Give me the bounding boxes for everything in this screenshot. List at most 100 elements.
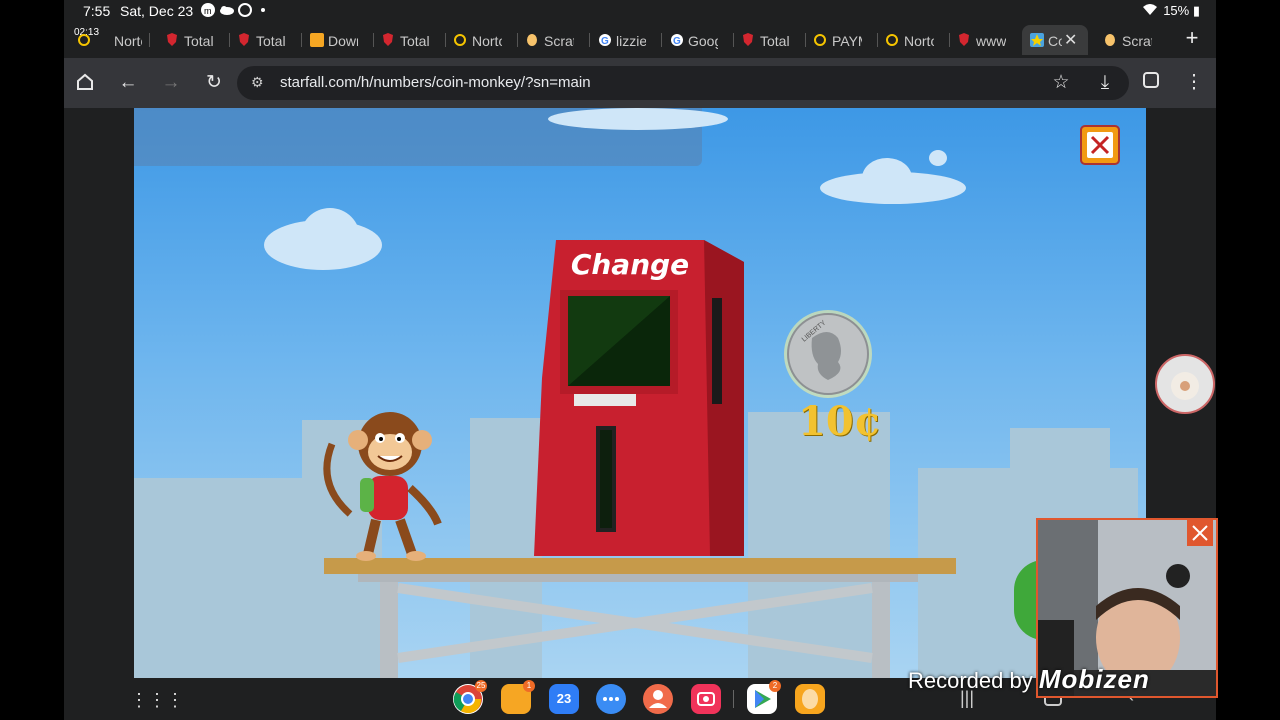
tab-switcher-icon[interactable]	[1140, 72, 1162, 94]
dock-divider	[733, 690, 734, 708]
new-tab-button[interactable]: +	[1180, 25, 1204, 51]
tab-label: Goog	[688, 33, 718, 49]
coin-monkey-game[interactable]: Change LIBERTY 10¢	[134, 108, 1146, 678]
scratch-icon	[526, 33, 538, 47]
tab-active-starfall[interactable]: Co ✕	[1022, 25, 1088, 55]
status-bar: 7:55 Sat, Dec 23 m 15% ▮	[64, 0, 1216, 22]
download-icon[interactable]: ⤓	[1094, 72, 1116, 94]
forward-arrow-icon[interactable]: →	[160, 72, 182, 94]
tab-label: lizzie	[616, 33, 646, 49]
tab-label: Total	[400, 33, 430, 49]
tab-label: Total	[760, 33, 790, 49]
home-icon[interactable]	[74, 72, 96, 94]
tab-12[interactable]: Norto	[878, 25, 950, 55]
close-game-button[interactable]	[1080, 125, 1120, 165]
tab-label: Scrat	[1122, 33, 1152, 49]
tab-strip: 02:13 Norto Total Total Down Total Norto…	[64, 22, 1216, 58]
table	[324, 558, 956, 678]
shield-icon	[166, 33, 178, 47]
tab-11[interactable]: PAYM	[806, 25, 878, 55]
chrome-app-icon[interactable]: 25	[453, 680, 487, 714]
notification-badge: 25	[475, 680, 487, 692]
notification-badge: 2	[769, 680, 781, 692]
tab-label: Total	[184, 33, 214, 49]
url-text[interactable]: starfall.com/h/numbers/coin-monkey/?sn=m…	[280, 74, 591, 91]
tab-5[interactable]: Total	[374, 25, 446, 55]
shield-icon	[958, 33, 970, 47]
change-machine-graphic	[534, 240, 744, 556]
tab-8[interactable]: G lizzie	[590, 25, 662, 55]
shield-icon	[742, 33, 754, 47]
tab-label: PAYM	[832, 33, 862, 49]
address-bar[interactable]: ⚙ starfall.com/h/numbers/coin-monkey/?sn…	[237, 66, 1129, 100]
monkey-character[interactable]	[320, 404, 452, 564]
close-tab-icon[interactable]: ✕	[1064, 30, 1077, 50]
close-icon	[1187, 520, 1213, 546]
norton-icon	[886, 33, 898, 47]
recording-watermark: Recorded by Mobizen	[908, 664, 1150, 695]
tab-label: Total	[256, 33, 286, 49]
screen-recorder-app-icon[interactable]	[691, 684, 721, 714]
reload-icon[interactable]: ↻	[203, 72, 225, 94]
cloud	[862, 158, 912, 198]
tab-label: Norto	[472, 33, 502, 49]
shield-icon	[382, 33, 394, 47]
webcam-close-button[interactable]	[1187, 520, 1213, 546]
coin-value-label: 10¢	[798, 398, 882, 445]
tab-1[interactable]: 02:13 Norto	[70, 25, 150, 55]
tab-13[interactable]: www	[950, 25, 1020, 55]
cloud	[548, 108, 728, 130]
tab-10[interactable]: Total	[734, 25, 806, 55]
tab-label: Down	[328, 33, 358, 49]
tab-2[interactable]: Total	[158, 25, 230, 55]
close-icon	[1087, 132, 1113, 158]
browser-toolbar: ← → ↻ ⚙ starfall.com/h/numbers/coin-monk…	[64, 58, 1216, 108]
norton-icon	[454, 33, 466, 47]
tab-label: www	[976, 33, 1006, 49]
tab-label: Scrat	[544, 33, 574, 49]
scratch-app-icon[interactable]	[795, 684, 825, 714]
back-arrow-icon[interactable]: ←	[117, 72, 139, 94]
tab-15[interactable]: Scrat	[1096, 25, 1168, 55]
app-drawer-icon[interactable]: ⋮⋮⋮	[130, 690, 184, 711]
svg-text:G: G	[601, 36, 609, 47]
google-icon: G	[670, 33, 683, 47]
norton-icon	[78, 33, 90, 47]
files-app-icon[interactable]: 1	[501, 680, 535, 714]
download-site-icon	[310, 33, 324, 47]
cloud	[929, 150, 947, 166]
scratch-icon	[1104, 33, 1116, 47]
change-machine[interactable]: Change	[534, 238, 746, 558]
machine-label: Change	[570, 248, 690, 281]
tab-4[interactable]: Down	[302, 25, 374, 55]
bookmark-star-icon[interactable]: ☆	[1050, 72, 1072, 94]
svg-text:m: m	[204, 6, 214, 16]
battery-level: 15% ▮	[1163, 3, 1200, 18]
messages-app-icon[interactable]	[596, 684, 626, 714]
svg-text:G: G	[673, 36, 681, 47]
shield-icon	[238, 33, 250, 47]
calendar-app-icon[interactable]: 23	[549, 684, 579, 714]
tab-label: Norto	[114, 33, 142, 49]
tab-label: Norto	[904, 33, 934, 49]
play-store-app-icon[interactable]: 2	[747, 680, 781, 714]
tab-6[interactable]: Norto	[446, 25, 518, 55]
status-time: 7:55	[83, 3, 111, 19]
notification-badge: 1	[523, 680, 535, 692]
site-info-icon[interactable]: ⚙	[251, 74, 264, 91]
tab-3[interactable]: Total	[230, 25, 302, 55]
notification-app-icons: m	[201, 3, 265, 17]
tab-7[interactable]: Scrat	[518, 25, 590, 55]
norton-icon	[814, 33, 826, 47]
tab-label: Co	[1048, 33, 1062, 49]
watermark-brand: Mobizen	[1038, 664, 1150, 694]
tab-9[interactable]: G Goog	[662, 25, 734, 55]
starfall-icon	[1030, 33, 1044, 47]
cloud	[300, 208, 360, 268]
dime-coin[interactable]: LIBERTY	[782, 308, 874, 400]
floating-bubble[interactable]	[1155, 354, 1215, 414]
google-icon: G	[598, 33, 611, 47]
contacts-app-icon[interactable]	[643, 684, 673, 714]
watermark-prefix: Recorded by	[908, 668, 1033, 693]
menu-kebab-icon[interactable]: ⋮	[1183, 72, 1205, 94]
